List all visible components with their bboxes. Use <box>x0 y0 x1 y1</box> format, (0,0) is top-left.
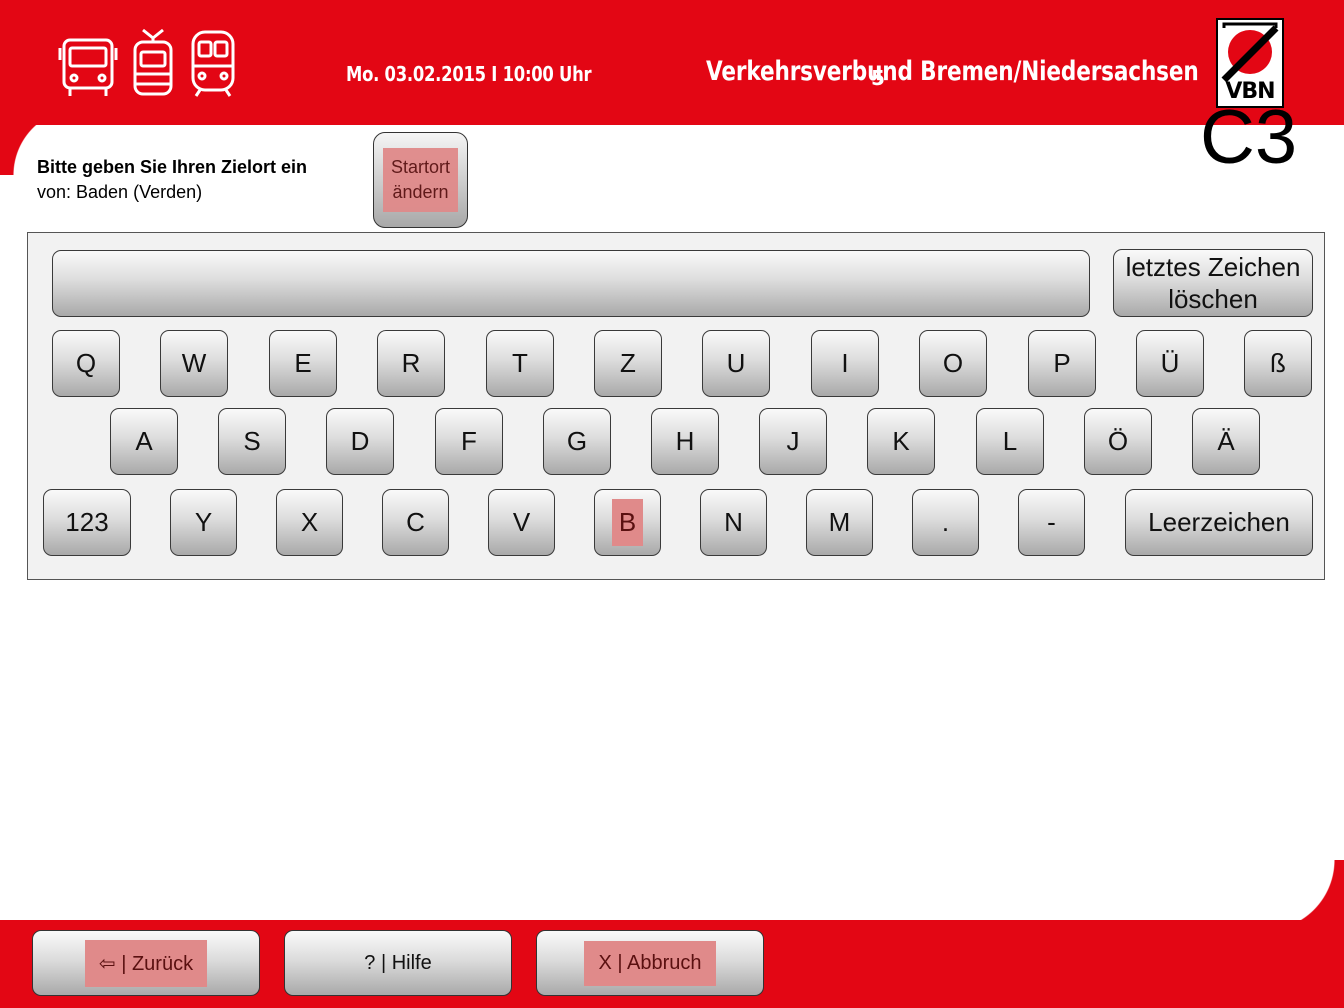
key-8-row1[interactable]: I <box>811 330 879 397</box>
key-label: L <box>1002 426 1018 456</box>
back-button-label: ⇦ | Zurück <box>84 939 208 987</box>
key-label: V <box>512 507 531 537</box>
key-label: R <box>401 348 421 378</box>
key-label: S <box>243 426 261 456</box>
key-label: Ü <box>1160 348 1180 378</box>
key-label: C <box>406 507 425 537</box>
tram-icon <box>133 28 173 96</box>
key-label: 123 <box>65 507 109 537</box>
key-11-row2[interactable]: Ä <box>1192 408 1260 475</box>
cancel-button[interactable]: X | Abbruch <box>536 930 764 996</box>
key-2-row1[interactable]: W <box>160 330 228 397</box>
backspace-button[interactable]: letztes Zeichen löschen <box>1113 249 1313 317</box>
key-label: Ö <box>1107 426 1129 456</box>
key-5-row1[interactable]: T <box>486 330 554 397</box>
bus-icon <box>58 38 118 96</box>
vehicle-icons <box>58 28 238 98</box>
key-5-row2[interactable]: G <box>543 408 611 475</box>
cancel-button-label: X | Abbruch <box>584 940 716 986</box>
vbn-logo-icon <box>1221 22 1279 83</box>
key-4-row3[interactable]: C <box>382 489 449 556</box>
key-8-row3[interactable]: M <box>806 489 873 556</box>
key-6-row1[interactable]: Z <box>594 330 662 397</box>
origin-label: von: Baden (Verden) <box>37 182 203 202</box>
key-label: Y <box>194 507 213 537</box>
key-label: G <box>566 426 588 456</box>
key-label: M <box>828 507 851 537</box>
change-start-label: Startort ändern <box>383 148 458 212</box>
key-9-row1[interactable]: O <box>919 330 987 397</box>
key-label: K <box>892 426 910 456</box>
key-3-row2[interactable]: D <box>326 408 394 475</box>
key-9-row2[interactable]: L <box>976 408 1044 475</box>
key-label: Z <box>620 348 636 378</box>
key-6-row2[interactable]: H <box>651 408 719 475</box>
key-label: O <box>942 348 964 378</box>
key-label: Leerzeichen <box>1148 507 1290 537</box>
key-label: - <box>1047 507 1056 537</box>
back-button[interactable]: ⇦ | Zurück <box>32 930 260 996</box>
destination-input[interactable] <box>52 250 1090 317</box>
key-label: N <box>724 507 743 537</box>
prompt-title: Bitte geben Sie Ihren Zielort ein <box>37 157 308 177</box>
key-label: . <box>941 507 950 537</box>
key-label: U <box>726 348 746 378</box>
key-label: F <box>461 426 477 456</box>
header-organization: Verkehrsverbund Bremen/Niedersachsen <box>706 56 1199 87</box>
key-label: A <box>135 426 153 456</box>
space-key[interactable]: Leerzeichen <box>1125 489 1313 556</box>
help-button[interactable]: ? | Hilfe <box>284 930 512 996</box>
key-3-row1[interactable]: E <box>269 330 337 397</box>
key-label: B <box>611 499 644 546</box>
key-label: X <box>300 507 319 537</box>
change-start-button[interactable]: Startort ändern <box>373 132 468 228</box>
header-date-time: Mo. 03.02.2015 I 10:00 Uhr <box>346 62 592 86</box>
key-4-row1[interactable]: R <box>377 330 445 397</box>
key-7-row2[interactable]: J <box>759 408 827 475</box>
key-8-row2[interactable]: K <box>867 408 935 475</box>
key-label: D <box>350 426 370 456</box>
key-10-row3[interactable]: - <box>1018 489 1085 556</box>
key-3-row3[interactable]: X <box>276 489 343 556</box>
key-label: I <box>841 348 849 378</box>
key-label: T <box>512 348 528 378</box>
key-1-row1[interactable]: Q <box>52 330 120 397</box>
key-2-row2[interactable]: S <box>218 408 286 475</box>
train-icon <box>191 30 235 97</box>
key-label: J <box>786 426 800 456</box>
key-12-row1[interactable]: ß <box>1244 330 1312 397</box>
numbers-key[interactable]: 123 <box>43 489 131 556</box>
help-button-label: ? | Hilfe <box>364 951 432 974</box>
key-label: P <box>1053 348 1071 378</box>
key-1-row2[interactable]: A <box>110 408 178 475</box>
screen-code: C3 <box>1200 95 1298 180</box>
key-4-row2[interactable]: F <box>435 408 503 475</box>
key-10-row2[interactable]: Ö <box>1084 408 1152 475</box>
step-number: 5 <box>871 66 885 90</box>
key-label: W <box>181 348 207 378</box>
key-6-row3[interactable]: B <box>594 489 661 556</box>
key-label: ß <box>1270 348 1286 378</box>
key-label: H <box>675 426 695 456</box>
key-11-row1[interactable]: Ü <box>1136 330 1204 397</box>
key-label: Q <box>75 348 97 378</box>
key-7-row1[interactable]: U <box>702 330 770 397</box>
key-5-row3[interactable]: V <box>488 489 555 556</box>
key-10-row1[interactable]: P <box>1028 330 1096 397</box>
key-7-row3[interactable]: N <box>700 489 767 556</box>
key-label: E <box>294 348 312 378</box>
footer-curve <box>1264 860 1344 920</box>
key-2-row3[interactable]: Y <box>170 489 237 556</box>
key-label: Ä <box>1217 426 1235 456</box>
key-9-row3[interactable]: . <box>912 489 979 556</box>
